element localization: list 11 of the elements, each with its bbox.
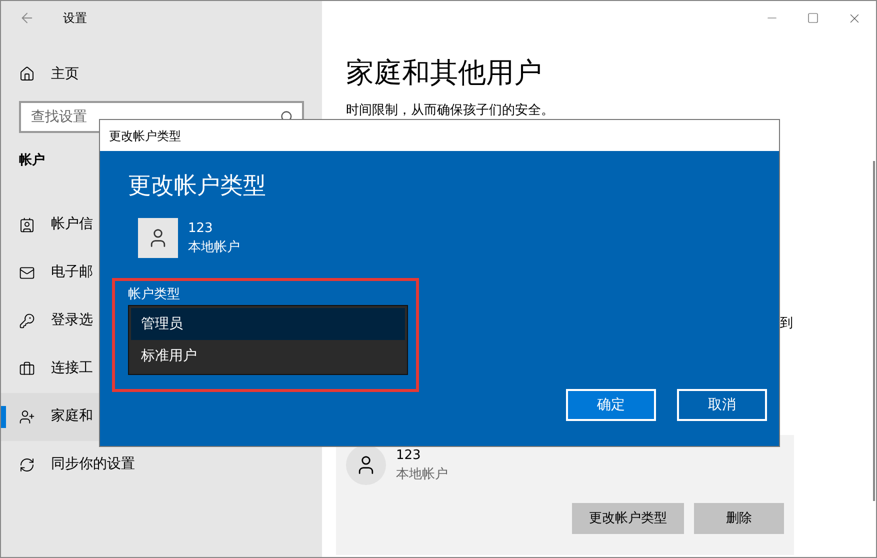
account-type: 本地帐户 [396, 466, 448, 484]
account-type: 本地帐户 [188, 239, 240, 257]
dialog-heading: 更改帐户类型 [128, 172, 267, 201]
section-heading: 帐户 [19, 152, 46, 170]
page-heading: 家庭和其他用户 [346, 55, 543, 91]
user-name: 123 [188, 220, 214, 238]
window-title: 设置 [63, 10, 87, 27]
description-text: 时间限制，从而确保孩子们的安全。 [346, 103, 555, 118]
description-text: 到 [780, 315, 793, 333]
user-name: 123 [396, 446, 422, 464]
field-label: 帐户类型 [128, 286, 181, 303]
